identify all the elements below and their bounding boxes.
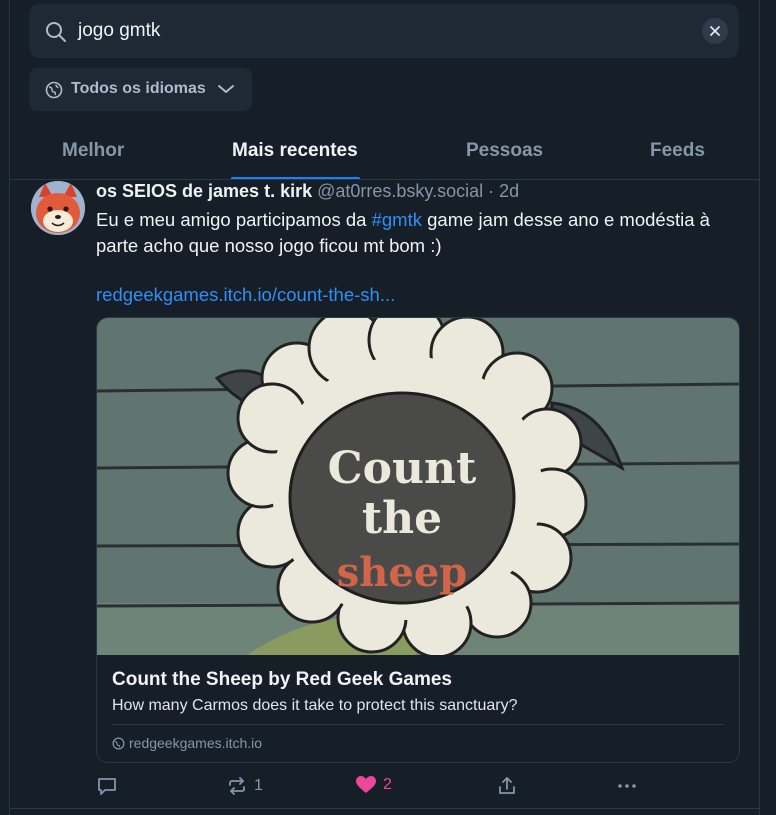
repost-count: 1 <box>254 777 263 794</box>
image-text-the: the <box>362 493 442 544</box>
tab-melhor[interactable]: Melhor <box>62 140 124 162</box>
column-border-left <box>9 0 10 815</box>
clear-search-button[interactable] <box>702 18 728 44</box>
link-preview-title: Count the Sheep by Red Geek Games <box>112 669 452 690</box>
post-text: Eu e meu amigo participamos da #gmtk gam… <box>96 207 746 259</box>
author-name[interactable]: os SEIOS de james t. kirk <box>96 181 312 201</box>
avatar[interactable] <box>31 181 85 235</box>
tab-pessoas[interactable]: Pessoas <box>466 140 543 162</box>
language-filter-label: Todos os idiomas <box>71 80 206 97</box>
avatar-image <box>31 181 85 235</box>
close-icon <box>710 26 720 36</box>
globe-icon <box>112 737 125 749</box>
link-preview-image: Count the sheep <box>97 318 739 655</box>
repost-button[interactable]: 1 <box>226 775 263 797</box>
image-text-count: Count <box>328 443 477 494</box>
image-text-sheep: sheep <box>337 549 467 596</box>
post-text-part: Eu e meu amigo participamos da <box>96 209 372 230</box>
like-count: 2 <box>383 776 392 793</box>
time-separator: · <box>488 181 495 201</box>
link-preview-body: Count the Sheep by Red Geek Games How ma… <box>97 655 739 762</box>
chevron-down-icon <box>218 85 234 93</box>
divider <box>10 808 760 809</box>
post-actions: 1 2 <box>96 775 756 799</box>
reply-icon <box>98 778 116 795</box>
hashtag-link[interactable]: #gmtk <box>372 209 422 230</box>
share-icon <box>499 777 515 794</box>
language-globe-icon <box>45 81 63 99</box>
post-time[interactable]: 2d <box>499 181 519 201</box>
heart-icon <box>356 776 376 793</box>
divider <box>10 179 760 180</box>
more-icon <box>618 784 636 788</box>
post-link[interactable]: redgeekgames.itch.io/count-the-sh... <box>96 284 395 306</box>
author-handle[interactable]: @at0rres.bsky.social <box>317 181 483 201</box>
post-header: os SEIOS de james t. kirk @at0rres.bsky.… <box>96 181 519 202</box>
more-options-button[interactable] <box>616 775 638 797</box>
search-icon <box>46 22 66 42</box>
repost-icon <box>229 777 245 795</box>
link-preview-description: How many Carmos does it take to protect … <box>112 697 518 714</box>
search-input[interactable]: jogo gmtk <box>78 20 160 42</box>
share-button[interactable] <box>496 775 518 797</box>
divider <box>112 724 724 725</box>
tab-mais-recentes[interactable]: Mais recentes <box>232 140 358 162</box>
link-preview-domain: redgeekgames.itch.io <box>129 735 263 751</box>
link-preview-card[interactable]: Count the sheep Count the Sheep by Red G… <box>96 317 740 763</box>
column-border-right <box>759 0 760 815</box>
tab-feeds[interactable]: Feeds <box>650 140 705 162</box>
reply-button[interactable] <box>96 775 118 797</box>
like-button[interactable]: 2 <box>355 775 392 795</box>
search-tabs: Melhor Mais recentes Pessoas Feeds <box>10 128 760 180</box>
language-filter-button[interactable]: Todos os idiomas <box>29 68 252 111</box>
search-bar[interactable]: jogo gmtk <box>29 4 739 58</box>
link-preview-domain-row: redgeekgames.itch.io <box>112 735 262 751</box>
